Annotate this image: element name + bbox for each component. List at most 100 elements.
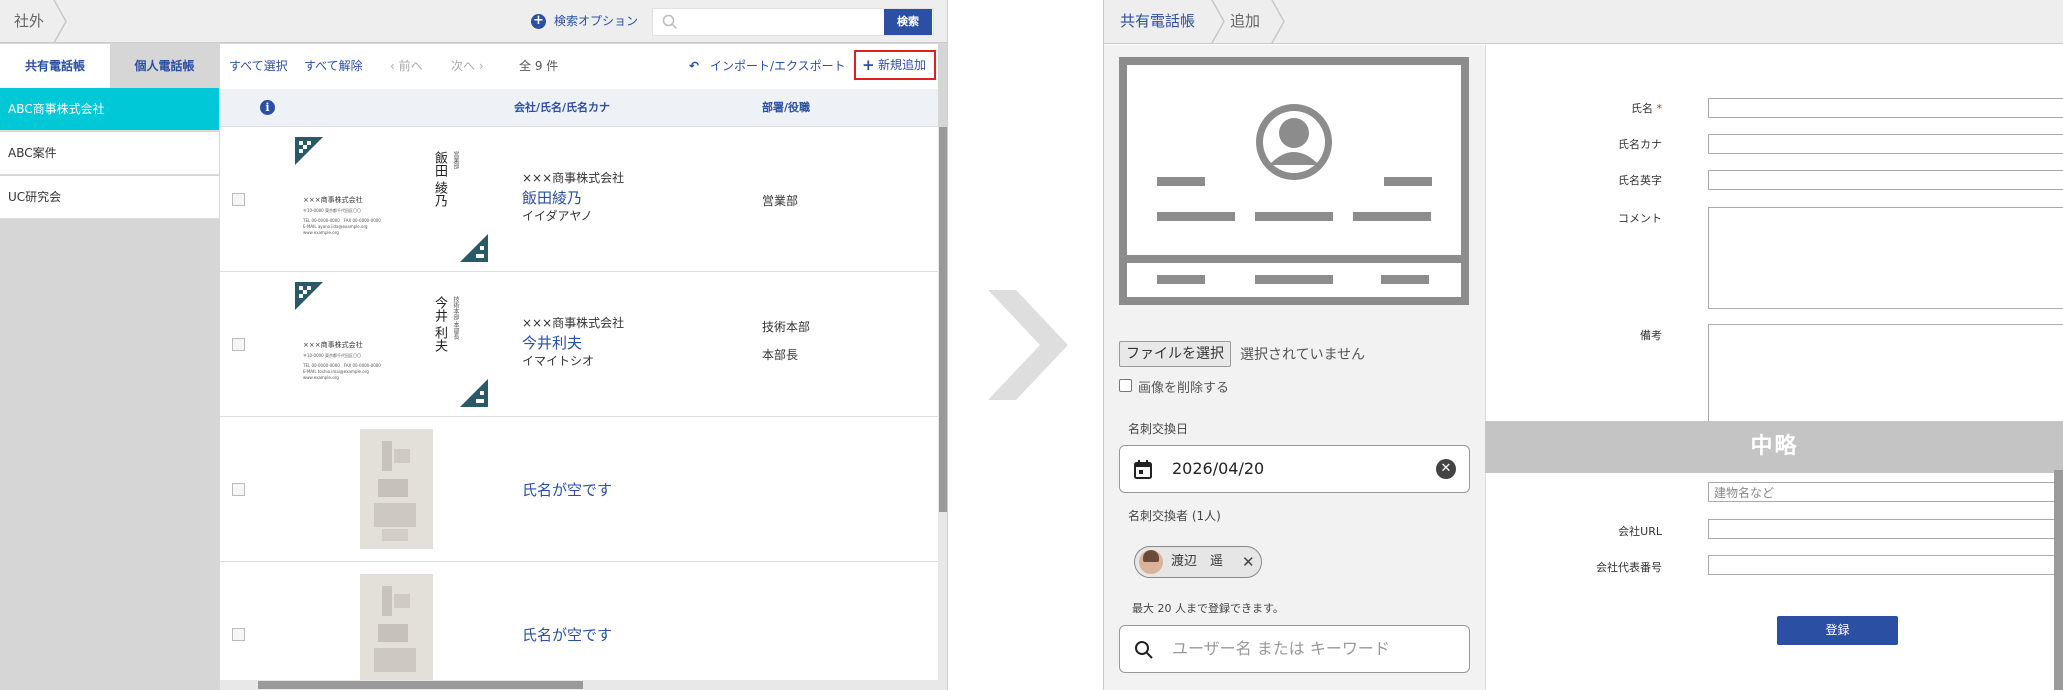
select-all-link[interactable]: すべて選択 <box>229 44 288 88</box>
card-logo-pattern-icon <box>295 282 323 310</box>
clear-date-icon[interactable]: ✕ <box>1436 459 1456 479</box>
blurred-card-image[interactable] <box>360 429 433 549</box>
business-card-placeholder-icon <box>1119 57 1469 305</box>
add-new-button[interactable]: 新規追加 <box>878 52 926 78</box>
building-placeholder: 建物名など <box>1714 486 1775 500</box>
reply-arrow-icon: ↶ <box>689 59 700 73</box>
omitted-section-banner: 中略 <box>1485 421 2063 473</box>
vertical-scroll-thumb[interactable] <box>2054 470 2063 690</box>
company-url-field[interactable] <box>1708 519 2063 539</box>
comment-textarea[interactable] <box>1708 207 2063 309</box>
name-kana-field[interactable] <box>1708 134 2063 154</box>
delete-image-label: 画像を削除する <box>1138 381 1230 396</box>
row-kana: イマイトシオ <box>522 354 595 368</box>
prev-page-button[interactable]: ‹ 前へ <box>390 44 423 88</box>
limit-note: 最大 20 人まで登録できます。 <box>1132 602 1284 615</box>
card-corner-pattern-icon <box>460 234 488 262</box>
exchanger-chip[interactable]: 渡辺 遥 ✕ <box>1134 546 1262 578</box>
info-icon[interactable]: i <box>260 100 275 115</box>
remove-exchanger-icon[interactable]: ✕ <box>1242 547 1255 577</box>
card-logo-pattern-icon <box>295 137 323 165</box>
search-button[interactable]: 検索 <box>884 9 932 35</box>
blurred-card-image[interactable] <box>360 574 433 690</box>
row-dept: 技術本部 <box>762 320 811 334</box>
breadcrumb-external[interactable]: 社外 <box>14 0 44 43</box>
company-url-label: 会社URL <box>1618 525 1662 538</box>
tab-shared-phonebook[interactable]: 共有電話帳 <box>0 44 110 88</box>
top-bar: 社外 + 検索オプション 検索 <box>0 0 947 43</box>
row-checkbox[interactable] <box>232 338 245 351</box>
card-mail: E-MAIL ayano.iida@example.org <box>303 224 368 229</box>
row-name-link[interactable]: 飯田綾乃 <box>522 187 582 208</box>
search-option-link[interactable]: 検索オプション <box>554 0 638 43</box>
card-title-vertical: 営業部 <box>452 151 459 169</box>
column-header-name[interactable]: 会社/氏名/氏名カナ <box>514 89 610 127</box>
exchange-date-input[interactable]: 2026/04/20 ✕ <box>1119 445 1470 493</box>
transition-arrow-icon <box>988 290 1068 400</box>
delete-image-checkbox[interactable] <box>1119 379 1132 392</box>
breadcrumb-chevron-icon <box>1211 0 1225 43</box>
choose-file-button[interactable]: ファイルを選択 <box>1119 341 1231 367</box>
row-name-link[interactable]: 氏名が空です <box>522 624 612 645</box>
table-row[interactable]: 今井 利夫 技術本部 本部長 ×××商事株式会社 〒10-0000 東京都千代田… <box>220 272 938 417</box>
avatar <box>1139 550 1163 574</box>
card-address: 〒10-0000 東京都千代田区〇〇 <box>303 208 361 213</box>
row-checkbox[interactable] <box>232 193 245 206</box>
table-row[interactable]: 氏名が空です <box>220 562 938 690</box>
row-name-link[interactable]: 氏名が空です <box>522 479 612 500</box>
sidebar-item-abc-project[interactable]: ABC案件 <box>0 132 219 175</box>
breadcrumb-shared-phonebook[interactable]: 共有電話帳 <box>1120 0 1195 43</box>
exchanger-label: 名刺交換者 (1人) <box>1128 509 1221 523</box>
search-icon <box>662 14 678 30</box>
sidebar-item-uc-lab[interactable]: UC研究会 <box>0 176 219 219</box>
plus-circle-icon[interactable]: + <box>531 14 546 29</box>
name-kana-label: 氏名カナ <box>1618 138 1662 151</box>
chevron-left-icon: ‹ <box>390 59 399 73</box>
tab-personal-phonebook[interactable]: 個人電話帳 <box>110 44 219 88</box>
notes-textarea[interactable] <box>1708 324 2063 434</box>
table-row[interactable]: 氏名が空です <box>220 417 938 562</box>
business-card-image[interactable]: 今井 利夫 技術本部 本部長 ×××商事株式会社 〒10-0000 東京都千代田… <box>295 282 490 407</box>
card-web: www.example.org <box>303 230 339 235</box>
deselect-all-link[interactable]: すべて解除 <box>304 44 363 88</box>
add-new-highlight[interactable]: + 新規追加 <box>854 50 936 80</box>
vertical-scroll-thumb[interactable] <box>939 127 947 512</box>
horizontal-scrollbar[interactable] <box>220 680 938 690</box>
register-button[interactable]: 登録 <box>1777 616 1898 645</box>
business-card-image[interactable]: 飯田 綾乃 営業部 ×××商事株式会社 〒10-0000 東京都千代田区〇〇 T… <box>295 137 490 262</box>
sidebar: 共有電話帳 個人電話帳 ABC商事株式会社 ABC案件 UC研究会 <box>0 44 219 690</box>
plus-icon: + <box>862 56 875 74</box>
prev-label: 前へ <box>398 59 423 73</box>
comment-label: コメント <box>1618 212 1662 225</box>
building-field[interactable]: 建物名など <box>1708 482 2063 502</box>
card-corner-pattern-icon <box>460 379 488 407</box>
card-company: ×××商事株式会社 <box>303 341 363 349</box>
exchange-date-label: 名刺交換日 <box>1128 422 1189 436</box>
company-phone-field[interactable] <box>1708 555 2063 575</box>
table-header: i 会社/氏名/氏名カナ 部署/役職 <box>220 89 938 127</box>
name-label-text: 氏名 <box>1631 102 1653 115</box>
row-name-link[interactable]: 今井利夫 <box>522 332 582 353</box>
row-company: ×××商事株式会社 <box>522 171 625 185</box>
row-kana: イイダアヤノ <box>522 209 593 223</box>
chevron-right-icon: › <box>475 59 484 73</box>
notes-label: 備考 <box>1640 329 1662 342</box>
name-roman-field[interactable] <box>1708 170 2063 190</box>
row-checkbox[interactable] <box>232 483 245 496</box>
next-page-button[interactable]: 次へ › <box>451 44 484 88</box>
user-search-placeholder: ユーザー名 または キーワード <box>1172 639 1390 658</box>
record-count: 全 9 件 <box>519 59 559 73</box>
row-checkbox[interactable] <box>232 628 245 641</box>
name-field[interactable] <box>1708 98 2063 118</box>
name-label: 氏名 * <box>1582 100 1662 116</box>
import-export-link[interactable]: インポート/エクスポート <box>710 44 846 88</box>
calendar-icon <box>1134 460 1152 479</box>
user-search-input[interactable]: ユーザー名 または キーワード <box>1119 625 1470 673</box>
horizontal-scroll-thumb[interactable] <box>258 681 583 689</box>
sidebar-item-abc-trading[interactable]: ABC商事株式会社 <box>0 88 219 131</box>
breadcrumb-chevron-icon <box>1271 0 1285 43</box>
column-header-dept[interactable]: 部署/役職 <box>762 89 810 127</box>
exchange-date-value: 2026/04/20 <box>1172 459 1265 478</box>
table-row[interactable]: 飯田 綾乃 営業部 ×××商事株式会社 〒10-0000 東京都千代田区〇〇 T… <box>220 127 938 272</box>
vertical-scrollbar[interactable] <box>938 127 947 690</box>
